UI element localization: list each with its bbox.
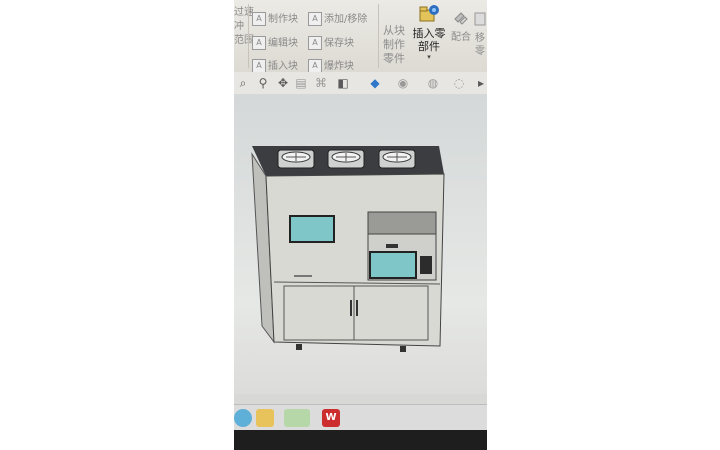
fan-3	[378, 149, 416, 169]
zoom-icon[interactable]: ⚲	[256, 76, 270, 90]
taskbar: W	[234, 404, 487, 431]
insert-part-dropdown-icon[interactable]: ▾	[408, 53, 450, 61]
pan-icon[interactable]: ✥	[276, 76, 290, 90]
add-remove-icon: A	[308, 12, 322, 26]
insert-block-icon: A	[252, 59, 266, 73]
save-block-button[interactable]: A 保存块	[308, 34, 354, 50]
page: { "ribbon": { "col0": ["过速", "冲", "范围"],…	[0, 0, 720, 450]
service-recess	[367, 211, 437, 235]
fan-1	[277, 149, 315, 169]
appearance-icon[interactable]: ◉	[396, 76, 410, 90]
ribbon: 过速 冲 范围 A 制作块 A 编辑块 A 插入块 A 添加/移除 A 保存块 A 爆炸块	[234, 0, 487, 73]
save-block-label: 保存块	[324, 38, 354, 49]
edit-block-label: 编辑块	[268, 38, 298, 49]
wps-icon[interactable]: W	[322, 409, 340, 427]
photo-of-monitor: 过速 冲 范围 A 制作块 A 编辑块 A 插入块 A 添加/移除 A 保存块 A 爆炸块	[234, 0, 487, 450]
insert-block-label: 插入块	[268, 61, 298, 72]
edit-block-button[interactable]: A 编辑块	[252, 34, 298, 50]
card-reader	[420, 256, 432, 274]
insert-part-icon	[419, 5, 439, 22]
from-block-line3: 零件	[383, 52, 405, 65]
ribbon-col0-line2: 冲	[234, 21, 244, 32]
add-remove-button[interactable]: A 添加/移除	[308, 10, 367, 26]
foot	[400, 346, 406, 352]
more-icon[interactable]: ▸	[474, 76, 487, 90]
move-component-button[interactable]: 移 零	[472, 10, 487, 58]
monitor-bezel	[234, 430, 487, 450]
graphics-area[interactable]	[234, 94, 487, 394]
cabinet-model	[251, 146, 445, 352]
make-block-button[interactable]: A 制作块	[252, 10, 298, 26]
insert-part-button[interactable]: 插入零 部件 ▾	[408, 4, 450, 61]
file-explorer-icon[interactable]	[256, 409, 274, 427]
ribbon-separator	[378, 4, 379, 68]
view-orient-icon[interactable]: ⌘	[314, 76, 328, 90]
make-block-icon: A	[252, 12, 266, 26]
make-block-label: 制作块	[268, 14, 298, 25]
add-remove-label: 添加/移除	[324, 14, 368, 25]
settings-icon[interactable]: ◌	[452, 76, 466, 90]
from-block-line2: 制作	[383, 38, 405, 51]
ribbon-col0-line3: 范围	[234, 35, 254, 46]
move-line1: 移	[475, 33, 485, 44]
foot	[296, 344, 302, 350]
insert-block-button[interactable]: A 插入块	[252, 57, 298, 73]
section-icon[interactable]: ▤	[294, 76, 308, 90]
explode-block-button[interactable]: A 爆炸块	[308, 57, 354, 73]
from-block-line1: 从块	[383, 24, 405, 37]
mate-button[interactable]: 配合	[450, 10, 472, 44]
start-icon[interactable]	[234, 409, 252, 427]
mate-label: 配合	[451, 32, 471, 43]
move-component-icon	[474, 12, 486, 26]
display-style-icon[interactable]: ◧	[336, 76, 350, 90]
ribbon-col0-line1: 过速	[234, 7, 254, 18]
insert-part-line2: 部件	[418, 40, 440, 53]
mate-icon	[454, 12, 468, 25]
hide-show-icon[interactable]: ◆	[368, 76, 382, 90]
explode-block-icon: A	[308, 59, 322, 73]
make-part-from-block-button[interactable]: 从块 制作 零件	[382, 24, 406, 66]
search-icon[interactable]: ⌕	[236, 76, 250, 90]
fan-2	[327, 149, 365, 169]
wechat-icon[interactable]	[284, 409, 310, 427]
ribbon-separator	[248, 4, 249, 68]
control-display	[369, 251, 417, 279]
move-line2: 零	[475, 46, 485, 57]
save-block-icon: A	[308, 36, 322, 50]
insert-part-line1: 插入零	[412, 27, 446, 40]
explode-block-label: 爆炸块	[324, 61, 354, 72]
ribbon-col0: 过速 冲 范围	[234, 6, 254, 48]
solidworks-window: 过速 冲 范围 A 制作块 A 编辑块 A 插入块 A 添加/移除 A 保存块 A 爆炸块	[234, 0, 487, 431]
scene-icon[interactable]: ◍	[426, 76, 440, 90]
heads-up-view-toolbar: ⌕ ⚲ ✥ ▤ ⌘ ◧ ◆ ◉ ◍ ◌ ▸	[234, 72, 487, 95]
edit-block-icon: A	[252, 36, 266, 50]
left-display-panel	[289, 215, 335, 243]
camera-slot	[386, 244, 398, 248]
